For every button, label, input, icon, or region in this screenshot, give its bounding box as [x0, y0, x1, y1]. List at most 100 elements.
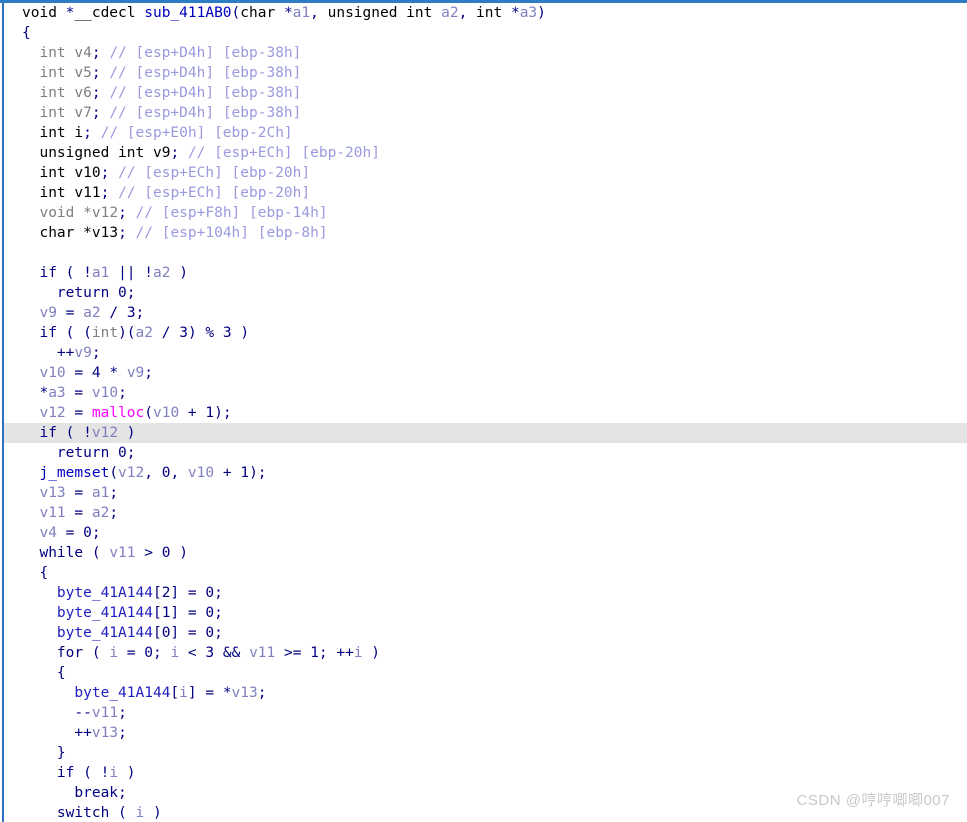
line-while[interactable]: while ( v11 > 0 )	[4, 543, 967, 563]
token-punc	[109, 185, 118, 201]
token-var: v11	[39, 505, 66, 521]
line-dec-v11[interactable]: --v11;	[4, 703, 967, 723]
line-if-v12[interactable]: if ( !v12 )	[4, 423, 967, 443]
line-decl-v6[interactable]: int v6; // [esp+D4h] [ebp-38h]	[4, 83, 967, 103]
token-var: v12	[118, 465, 145, 481]
line-byte-i[interactable]: byte_41A144[i] = *v13;	[4, 683, 967, 703]
line-decl-i[interactable]: int i; // [esp+E0h] [ebp-2Ch]	[4, 123, 967, 143]
token-punc: >	[135, 545, 162, 561]
token-punc: (	[83, 545, 110, 561]
line-return-0-a[interactable]: return 0;	[4, 283, 967, 303]
line-decl-v7[interactable]: int v7; // [esp+D4h] [ebp-38h]	[4, 103, 967, 123]
token-punc: ++	[56, 345, 75, 361]
line-return-0-b[interactable]: return 0;	[4, 443, 967, 463]
token-punc: =	[65, 505, 92, 521]
line-inc-v9[interactable]: ++v9;	[4, 343, 967, 363]
token-punc: >=	[275, 645, 311, 661]
line-for[interactable]: for ( i = 0; i < 3 && v11 >= 1; ++i )	[4, 643, 967, 663]
token-kw: if	[39, 325, 57, 341]
line-open-brace-while[interactable]: {	[4, 563, 967, 583]
token-kw: switch	[56, 805, 110, 821]
line-decl-v4[interactable]: int v4; // [esp+D4h] [ebp-38h]	[4, 43, 967, 63]
token-punc: +	[179, 405, 206, 421]
token-punc: *	[283, 5, 293, 21]
token-var: a2	[441, 5, 459, 21]
pseudocode-view[interactable]: void *__cdecl sub_411AB0(char *a1, unsig…	[0, 0, 967, 822]
line-if-mod3[interactable]: if ( (int)(a2 / 3) % 3 )	[4, 323, 967, 343]
token-type: v13	[91, 225, 119, 241]
token-punc: ++	[74, 725, 92, 741]
line-decl-v10[interactable]: int v10; // [esp+ECh] [ebp-20h]	[4, 163, 967, 183]
line-a3-assign[interactable]: *a3 = v10;	[4, 383, 967, 403]
token-punc: ;	[91, 105, 101, 121]
token-type: unsigned int	[327, 5, 442, 21]
line-decl-v11[interactable]: int v11; // [esp+ECh] [ebp-20h]	[4, 183, 967, 203]
token-typeu: v4	[74, 45, 92, 61]
token-punc: [	[170, 685, 180, 701]
token-typeu: int	[39, 105, 75, 121]
token-punc: ||	[109, 265, 145, 281]
line-signature[interactable]: void *__cdecl sub_411AB0(char *a1, unsig…	[4, 3, 967, 23]
token-num: 0	[118, 285, 127, 301]
line-memset[interactable]: j_memset(v12, 0, v10 + 1);	[4, 463, 967, 483]
token-punc: ( (	[56, 325, 92, 341]
token-type: int	[476, 5, 511, 21]
token-imp: malloc	[91, 405, 145, 421]
line-decl-v9[interactable]: unsigned int v9; // [esp+ECh] [ebp-20h]	[4, 143, 967, 163]
line-inc-v13[interactable]: ++v13;	[4, 723, 967, 743]
line-v11-assign[interactable]: v11 = a2;	[4, 503, 967, 523]
token-var: a3	[519, 5, 538, 21]
token-var: v9	[39, 305, 57, 321]
token-var: a3	[48, 385, 66, 401]
token-punc: +	[214, 465, 241, 481]
token-punc: ;	[118, 225, 127, 241]
line-open-brace-func[interactable]: {	[4, 23, 967, 43]
line-malloc[interactable]: v12 = malloc(v10 + 1);	[4, 403, 967, 423]
token-punc: ;	[153, 645, 171, 661]
token-punc: )	[118, 765, 136, 781]
line-v9-assign[interactable]: v9 = a2 / 3;	[4, 303, 967, 323]
token-punc: ;	[170, 145, 180, 161]
line-byte0[interactable]: byte_41A144[0] = 0;	[4, 623, 967, 643]
token-var: v10	[153, 405, 180, 421]
token-punc: ) %	[187, 325, 223, 341]
token-punc: =	[65, 365, 92, 381]
line-blank-1[interactable]	[4, 243, 967, 263]
token-punc: ,	[144, 465, 162, 481]
token-kw: return	[56, 285, 110, 301]
line-v10-assign[interactable]: v10 = 4 * v9;	[4, 363, 967, 383]
token-punc: [	[152, 605, 162, 621]
line-open-brace-for[interactable]: {	[4, 663, 967, 683]
token-punc: ;	[91, 525, 101, 541]
line-if-a1-a2[interactable]: if ( !a1 || !a2 )	[4, 263, 967, 283]
line-v13-assign[interactable]: v13 = a1;	[4, 483, 967, 503]
code-listing[interactable]: void *__cdecl sub_411AB0(char *a1, unsig…	[4, 3, 967, 822]
line-if-not-i[interactable]: if ( !i )	[4, 763, 967, 783]
token-punc: &&	[214, 645, 250, 661]
line-decl-v5[interactable]: int v5; // [esp+D4h] [ebp-38h]	[4, 63, 967, 83]
line-byte2[interactable]: byte_41A144[2] = 0;	[4, 583, 967, 603]
line-decl-v12[interactable]: void *v12; // [esp+F8h] [ebp-14h]	[4, 203, 967, 223]
line-decl-v13[interactable]: char *v13; // [esp+104h] [ebp-8h]	[4, 223, 967, 243]
token-kw: if	[39, 265, 57, 281]
line-close-brace-for[interactable]: }	[4, 743, 967, 763]
token-punc	[109, 285, 118, 301]
line-byte1[interactable]: byte_41A144[1] = 0;	[4, 603, 967, 623]
token-num: 0	[118, 445, 127, 461]
line-v4-assign[interactable]: v4 = 0;	[4, 523, 967, 543]
token-punc: (	[74, 765, 101, 781]
token-num: 1	[310, 645, 319, 661]
token-num: 0	[205, 605, 215, 621]
